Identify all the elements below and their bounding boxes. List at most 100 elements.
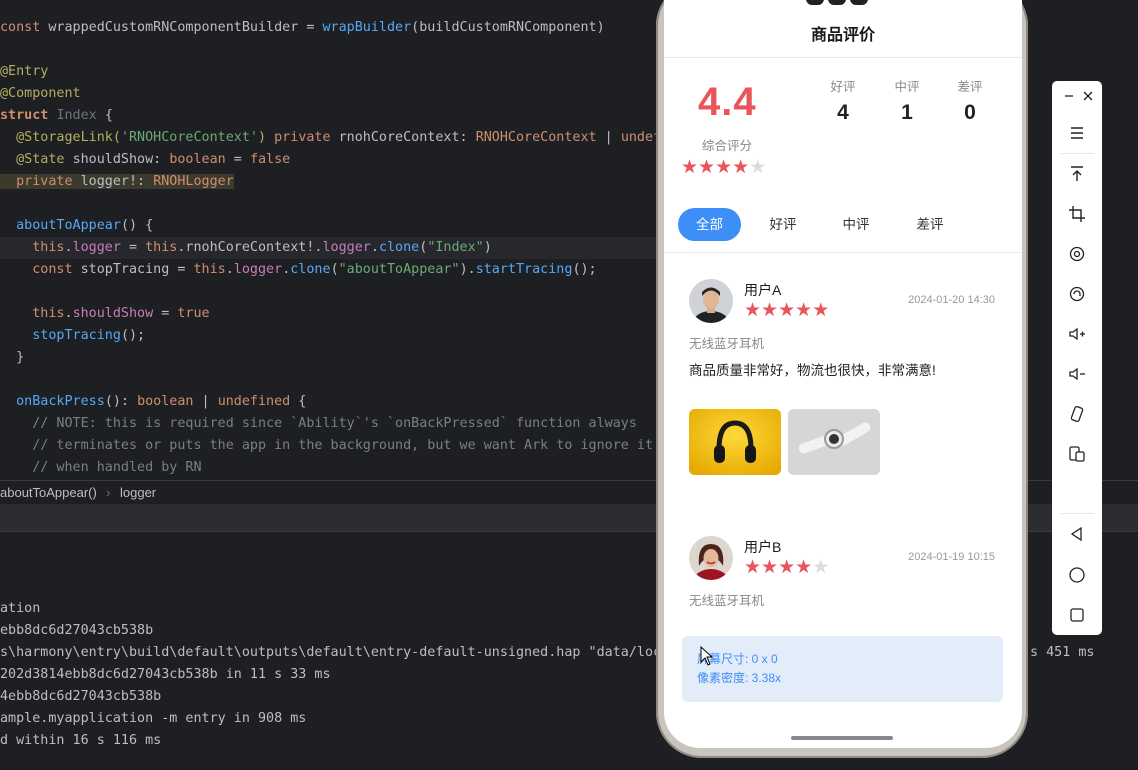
code-token: @State bbox=[0, 152, 73, 167]
emulator-toolbar bbox=[1052, 81, 1102, 635]
tab-neutral[interactable]: 中评 bbox=[826, 208, 886, 241]
tab-good[interactable]: 好评 bbox=[753, 208, 813, 241]
volume-down-icon[interactable] bbox=[1065, 362, 1089, 386]
breadcrumb-separator: › bbox=[106, 485, 111, 500]
code-token: RNOHCoreContext bbox=[475, 130, 597, 145]
crop-icon[interactable] bbox=[1065, 202, 1089, 226]
shake-icon[interactable] bbox=[1065, 402, 1089, 426]
code-token: aboutToAppear bbox=[0, 218, 121, 233]
code-token: = bbox=[120, 240, 146, 255]
code-token: undefi bbox=[620, 130, 660, 145]
star-filled-icon: ★ bbox=[778, 300, 796, 321]
code-token: wrapBuilder bbox=[322, 20, 412, 35]
code-token: { bbox=[104, 108, 113, 123]
pin-top-icon[interactable] bbox=[1065, 162, 1089, 186]
menu-icon[interactable] bbox=[1065, 121, 1089, 145]
multi-device-icon[interactable] bbox=[1065, 442, 1089, 466]
screenshot-icon[interactable] bbox=[1065, 282, 1089, 306]
code-line: // terminates or puts the app in the bac… bbox=[0, 435, 660, 457]
star-filled-icon: ★ bbox=[744, 557, 762, 578]
code-token: logger!: bbox=[80, 174, 154, 189]
code-token: . bbox=[370, 240, 379, 255]
status-indicator bbox=[806, 0, 872, 10]
star-filled-icon: ★ bbox=[795, 557, 813, 578]
code-token: const bbox=[0, 20, 49, 35]
home-icon[interactable] bbox=[1065, 563, 1089, 587]
code-line: onBackPress(): boolean | undefined { bbox=[0, 391, 306, 413]
divider bbox=[664, 57, 1022, 58]
home-indicator[interactable] bbox=[791, 736, 893, 740]
code-line: stopTracing(); bbox=[0, 325, 145, 347]
console-line: ebb8dc6d27043cb538b bbox=[0, 623, 154, 638]
code-token: () { bbox=[120, 218, 154, 233]
code-token: // when handled by RN bbox=[0, 460, 202, 475]
star-empty-icon: ★ bbox=[749, 157, 767, 178]
code-token: shouldShow: bbox=[72, 152, 170, 167]
code-token: rnohCoreContext: bbox=[338, 130, 476, 145]
review-image-smartwatch[interactable] bbox=[788, 409, 880, 475]
code-token: .rnohCoreContext!. bbox=[177, 240, 323, 255]
code-line: } bbox=[0, 347, 24, 369]
code-line: @StorageLink('RNOHCoreContext') private … bbox=[0, 127, 660, 149]
code-token: . bbox=[64, 240, 73, 255]
review-date: 2024-01-19 10:15 bbox=[908, 551, 995, 563]
overall-rating-stars: ★ ★ ★ ★ ★ bbox=[681, 158, 766, 178]
code-token: } bbox=[0, 350, 25, 365]
console-right-text: s 451 ms bbox=[1030, 645, 1095, 660]
star-filled-icon: ★ bbox=[812, 300, 830, 321]
console-line: d within 16 s 116 ms bbox=[0, 733, 162, 748]
code-token: 'RNOHCoreContext' bbox=[120, 130, 258, 145]
code-line: private logger!: RNOHLogger bbox=[0, 171, 234, 193]
star-filled-icon: ★ bbox=[715, 157, 733, 178]
code-editor[interactable]: const wrappedCustomRNComponentBuilder = … bbox=[0, 0, 660, 480]
code-token: | bbox=[193, 394, 218, 409]
review-username: 用户B bbox=[744, 539, 782, 555]
pixel-density-text: 像素密度: 3.38x bbox=[697, 671, 782, 685]
code-token: @Component bbox=[0, 86, 81, 101]
back-icon[interactable] bbox=[1065, 522, 1089, 546]
star-filled-icon: ★ bbox=[761, 557, 779, 578]
code-token: logger bbox=[72, 240, 121, 255]
code-token: @StorageLink( bbox=[0, 130, 121, 145]
page-title: 商品评价 bbox=[810, 27, 875, 44]
star-filled-icon: ★ bbox=[778, 557, 796, 578]
code-line: struct Index { bbox=[0, 105, 113, 127]
console-line: 202d3814ebb8dc6d27043cb538b in 11 s 33 m… bbox=[0, 667, 331, 682]
code-token: (); bbox=[120, 328, 146, 343]
close-icon[interactable] bbox=[1076, 84, 1100, 108]
review-text: 商品质量非常好，物流也很快，非常满意! bbox=[689, 363, 936, 378]
breadcrumb-item-field[interactable]: logger bbox=[120, 481, 156, 505]
stat-neutral-value: 1 bbox=[901, 101, 913, 124]
star-filled-icon: ★ bbox=[681, 157, 699, 178]
stat-neutral-label: 中评 bbox=[894, 80, 920, 94]
volume-up-icon[interactable] bbox=[1065, 322, 1089, 346]
console-line: s\harmony\entry\build\default\outputs\de… bbox=[0, 645, 662, 660]
review-date: 2024-01-20 14:30 bbox=[908, 294, 995, 306]
code-token: ( bbox=[330, 262, 339, 277]
code-token: "Index" bbox=[427, 240, 484, 255]
code-token: ). bbox=[459, 262, 476, 277]
code-token: ) bbox=[483, 240, 492, 255]
code-token: logger bbox=[233, 262, 283, 277]
code-token: boolean bbox=[137, 394, 194, 409]
divider bbox=[1060, 513, 1094, 514]
stat-good: 好评 4 bbox=[821, 76, 865, 125]
code-token: . bbox=[225, 262, 234, 277]
code-line: // when handled by RN bbox=[0, 457, 202, 479]
recents-icon[interactable] bbox=[1065, 603, 1089, 627]
code-token: . bbox=[64, 306, 73, 321]
review-image-headphones[interactable] bbox=[689, 409, 781, 475]
code-token: = bbox=[225, 152, 250, 167]
code-line: const stopTracing = this.logger.clone("a… bbox=[0, 259, 596, 281]
code-token: stopTracing bbox=[0, 328, 121, 343]
phone-screen[interactable]: 商品评价 4.4 综合评分 ★ ★ ★ ★ ★ 好评 4 中评 1 差评 0 全部 好评… bbox=[664, 0, 1022, 748]
tab-bad[interactable]: 差评 bbox=[900, 208, 960, 241]
code-token: | bbox=[596, 130, 621, 145]
divider bbox=[664, 252, 1022, 253]
code-token: clone bbox=[290, 262, 331, 277]
code-token: boolean bbox=[169, 152, 226, 167]
code-line: const wrappedCustomRNComponentBuilder = … bbox=[0, 17, 605, 39]
breadcrumb-item-method[interactable]: aboutToAppear() bbox=[0, 481, 97, 505]
rotate-icon[interactable] bbox=[1065, 242, 1089, 266]
tab-all[interactable]: 全部 bbox=[678, 208, 741, 241]
